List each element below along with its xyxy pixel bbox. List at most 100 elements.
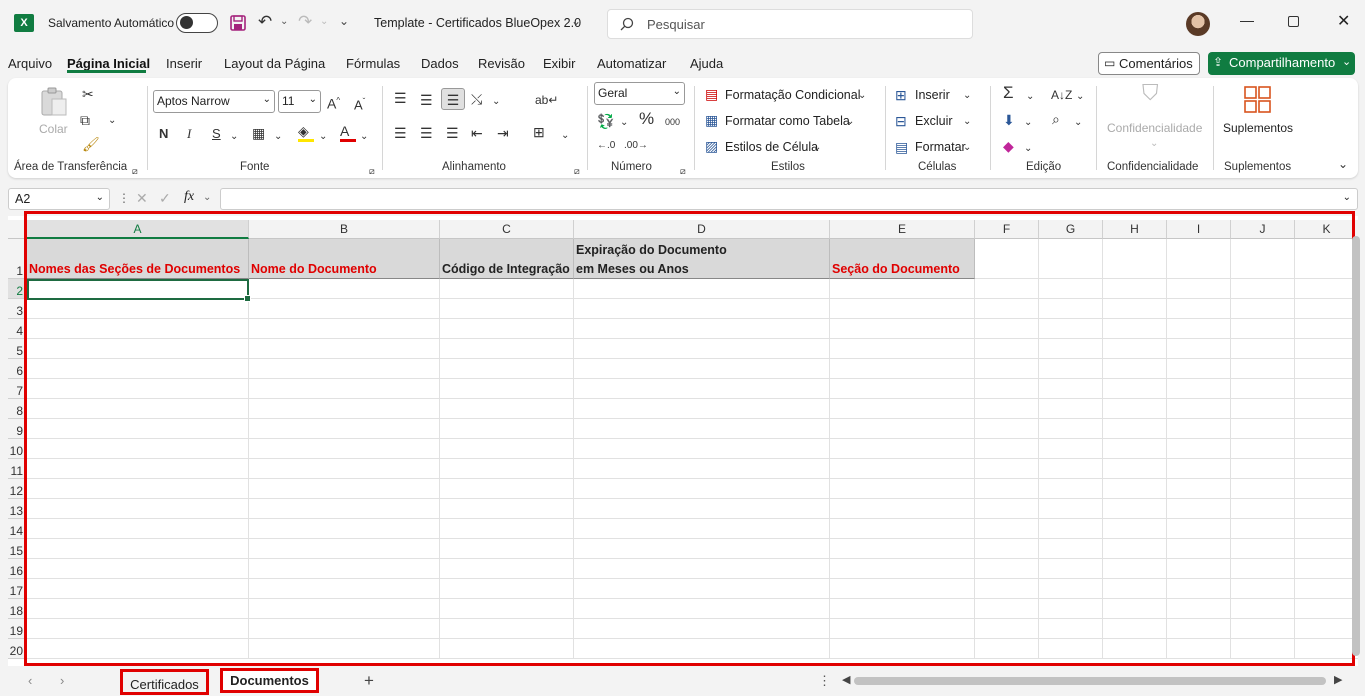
increase-font-icon[interactable]: A^ — [327, 93, 340, 112]
addins-button[interactable]: Suplementos — [1223, 121, 1293, 135]
number-format-select[interactable]: Geral ⌄ — [594, 82, 685, 105]
font-name-input[interactable]: Aptos Narrow ⌄ — [153, 90, 275, 113]
sort-filter-icon[interactable]: A↓Z — [1051, 87, 1072, 103]
hscroll-right-icon[interactable]: ▶ — [1334, 673, 1342, 686]
insert-cells-icon[interactable]: ⊞ — [895, 87, 907, 103]
thousands-separator-icon[interactable]: 000 — [665, 114, 680, 130]
format-as-table-button[interactable]: Formatar como Tabela — [725, 114, 850, 128]
addins-icon[interactable] — [1244, 86, 1272, 114]
restore-icon[interactable] — [1288, 16, 1299, 27]
conditional-format-button[interactable]: Formatação Condicional — [725, 88, 861, 102]
increase-decimal-icon[interactable]: ←.0 — [597, 138, 615, 154]
font-size-input[interactable]: 11 ⌄ — [278, 90, 321, 113]
autosum-icon[interactable]: Σ — [1003, 84, 1014, 101]
decrease-font-icon[interactable]: Aˇ — [354, 94, 365, 113]
tab-formulas[interactable]: Fórmulas — [346, 56, 400, 71]
share-button[interactable]: ⇪ Compartilhamento ⌄ — [1208, 52, 1355, 75]
format-painter-icon[interactable]: 🖌 — [82, 136, 100, 152]
percent-icon[interactable]: % — [639, 110, 654, 127]
underline-dropdown-icon[interactable]: ⌄ — [230, 129, 238, 145]
format-cells-icon[interactable]: ▤ — [895, 139, 908, 155]
chevron-down-icon[interactable]: ⌄ — [963, 88, 971, 104]
tab-layout[interactable]: Layout da Página — [224, 56, 325, 71]
undo-icon[interactable]: ↶ — [258, 12, 272, 32]
find-icon[interactable]: ⌕ — [1052, 111, 1060, 127]
title-dropdown-icon[interactable]: ⌄ — [571, 14, 581, 28]
cell-styles-button[interactable]: Estilos de Célula — [725, 140, 818, 154]
close-icon[interactable]: ✕ — [1337, 11, 1350, 31]
tab-ajuda[interactable]: Ajuda — [690, 56, 723, 71]
paste-icon[interactable] — [38, 87, 70, 117]
paste-label[interactable]: Colar — [39, 122, 68, 136]
delete-cells-icon[interactable]: ⊟ — [895, 113, 907, 129]
tab-certificados[interactable]: Certificados — [120, 669, 209, 695]
find-dropdown-icon[interactable]: ⌄ — [1074, 115, 1082, 131]
currency-dropdown-icon[interactable]: ⌄ — [620, 115, 628, 131]
fill-color-icon[interactable]: ◈ — [298, 123, 314, 142]
enter-icon[interactable]: ✓ — [159, 190, 171, 207]
tab-arquivo[interactable]: Arquivo — [8, 56, 52, 71]
merge-dropdown-icon[interactable]: ⌄ — [561, 128, 569, 144]
conditional-format-icon[interactable]: ▤ — [705, 86, 718, 102]
align-bottom-icon[interactable]: ☰ — [441, 88, 465, 110]
more-options-icon[interactable]: ⋮ — [118, 191, 130, 205]
more-tabs-icon[interactable]: ⋮ — [818, 673, 831, 689]
align-top-icon[interactable]: ☰ — [394, 90, 407, 106]
chevron-down-icon[interactable]: ⌄ — [963, 140, 971, 156]
scroll-tabs-left-icon[interactable]: ‹ — [28, 673, 32, 688]
sort-dropdown-icon[interactable]: ⌄ — [1076, 89, 1084, 105]
chevron-down-icon[interactable]: ⌄ — [813, 140, 821, 156]
sensitivity-dropdown-icon[interactable]: ⌄ — [1150, 136, 1158, 152]
font-color-icon[interactable]: A — [340, 123, 356, 142]
italic-button[interactable]: I — [187, 126, 191, 142]
formula-input[interactable]: ⌄ — [220, 188, 1358, 210]
chevron-down-icon[interactable]: ⌄ — [846, 114, 854, 130]
customize-toolbar-icon[interactable]: ⌄ — [339, 14, 349, 28]
clear-icon[interactable]: ◆ — [1003, 138, 1014, 154]
autosave-toggle[interactable] — [176, 13, 218, 33]
align-center-icon[interactable]: ☰ — [420, 125, 433, 141]
redo-dropdown-icon[interactable]: ⌄ — [320, 16, 328, 27]
number-launcher-icon[interactable]: ⧄ — [680, 163, 686, 179]
sensitivity-button[interactable]: Confidencialidade — [1107, 121, 1202, 135]
hscroll-left-icon[interactable]: ◀ — [842, 673, 850, 686]
tab-dados[interactable]: Dados — [421, 56, 459, 71]
tab-inserir[interactable]: Inserir — [166, 56, 202, 71]
collapse-ribbon-icon[interactable]: ⌄ — [1338, 156, 1348, 172]
tab-documentos[interactable]: Documentos — [220, 668, 319, 693]
vertical-scrollbar[interactable] — [1352, 236, 1360, 656]
merge-center-icon[interactable]: ⊞ — [533, 124, 545, 140]
horizontal-scrollbar[interactable] — [854, 677, 1326, 685]
fill-dropdown-icon[interactable]: ⌄ — [1024, 115, 1032, 131]
cell-styles-icon[interactable]: ▨ — [705, 138, 718, 154]
minimize-icon[interactable]: — — [1240, 12, 1254, 28]
insert-cells-button[interactable]: Inserir — [915, 88, 950, 102]
tab-revisao[interactable]: Revisão — [478, 56, 525, 71]
cut-icon[interactable]: ✂ — [82, 86, 94, 102]
alignment-launcher-icon[interactable]: ⧄ — [574, 163, 580, 179]
sensitivity-icon[interactable]: ⛉ — [1142, 82, 1159, 104]
add-sheet-icon[interactable]: + — [364, 671, 374, 691]
clipboard-launcher-icon[interactable]: ⧄ — [132, 163, 138, 179]
align-left-icon[interactable]: ☰ — [394, 125, 407, 141]
borders-icon[interactable]: ▦ — [252, 125, 265, 141]
comments-button[interactable]: ▭ Comentários — [1098, 52, 1200, 75]
cancel-icon[interactable]: ✕ — [136, 190, 148, 207]
format-cells-button[interactable]: Formatar — [915, 140, 966, 154]
bold-button[interactable]: N — [159, 126, 168, 142]
autosum-dropdown-icon[interactable]: ⌄ — [1026, 89, 1034, 105]
align-right-icon[interactable]: ☰ — [446, 125, 459, 141]
wrap-text-icon[interactable]: ab↵ — [535, 92, 558, 108]
function-dropdown-icon[interactable]: ⌄ — [203, 192, 211, 203]
chevron-down-icon[interactable]: ⌄ — [963, 114, 971, 130]
tab-pagina-inicial[interactable]: Página Inicial — [67, 56, 150, 71]
scroll-tabs-right-icon[interactable]: › — [60, 673, 64, 688]
chevron-down-icon[interactable]: ⌄ — [858, 88, 866, 104]
clear-dropdown-icon[interactable]: ⌄ — [1024, 141, 1032, 157]
font-launcher-icon[interactable]: ⧄ — [369, 163, 375, 179]
delete-cells-button[interactable]: Excluir — [915, 114, 953, 128]
align-middle-icon[interactable]: ☰ — [420, 92, 433, 108]
undo-dropdown-icon[interactable]: ⌄ — [280, 16, 288, 27]
copy-dropdown-icon[interactable]: ⌄ — [108, 113, 116, 129]
fill-icon[interactable]: ⬇ — [1003, 112, 1015, 128]
